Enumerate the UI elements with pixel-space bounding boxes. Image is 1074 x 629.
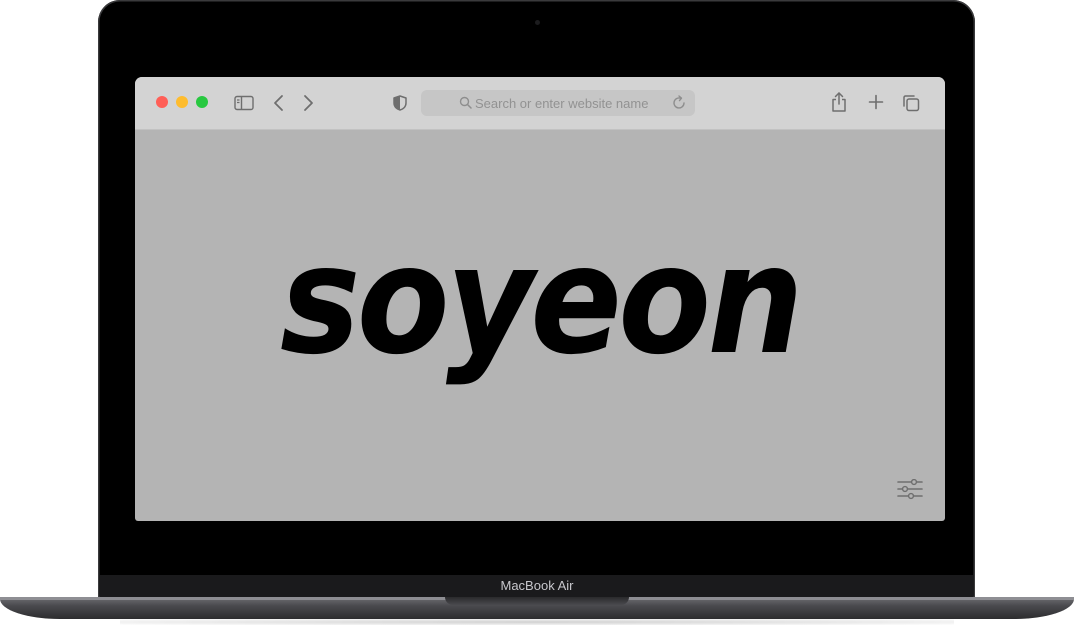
forward-icon[interactable] [301,94,315,112]
zoom-window-button[interactable] [196,96,208,108]
back-icon[interactable] [272,94,286,112]
plus-icon[interactable] [868,94,884,110]
browser-window: soyeon [135,77,945,521]
laptop-shadow [120,619,954,625]
camera [535,20,540,25]
laptop-notch [445,597,629,605]
minimize-window-button[interactable] [176,96,188,108]
address-input[interactable] [475,94,665,112]
hero-text: soyeon [280,214,804,388]
reload-icon[interactable] [671,95,687,111]
address-bar[interactable] [421,90,695,116]
search-icon [459,96,472,109]
close-window-button[interactable] [156,96,168,108]
device-label: MacBook Air [500,578,574,593]
device-mockup: soyeon MacBook Air [0,0,1074,629]
share-icon[interactable] [831,91,847,113]
browser-toolbar [135,77,945,130]
shield-icon[interactable] [393,95,407,111]
page-content: soyeon [135,130,945,521]
tabs-overview-icon[interactable] [902,94,920,112]
sidebar-icon[interactable] [234,95,254,111]
sliders-icon[interactable] [897,479,923,501]
